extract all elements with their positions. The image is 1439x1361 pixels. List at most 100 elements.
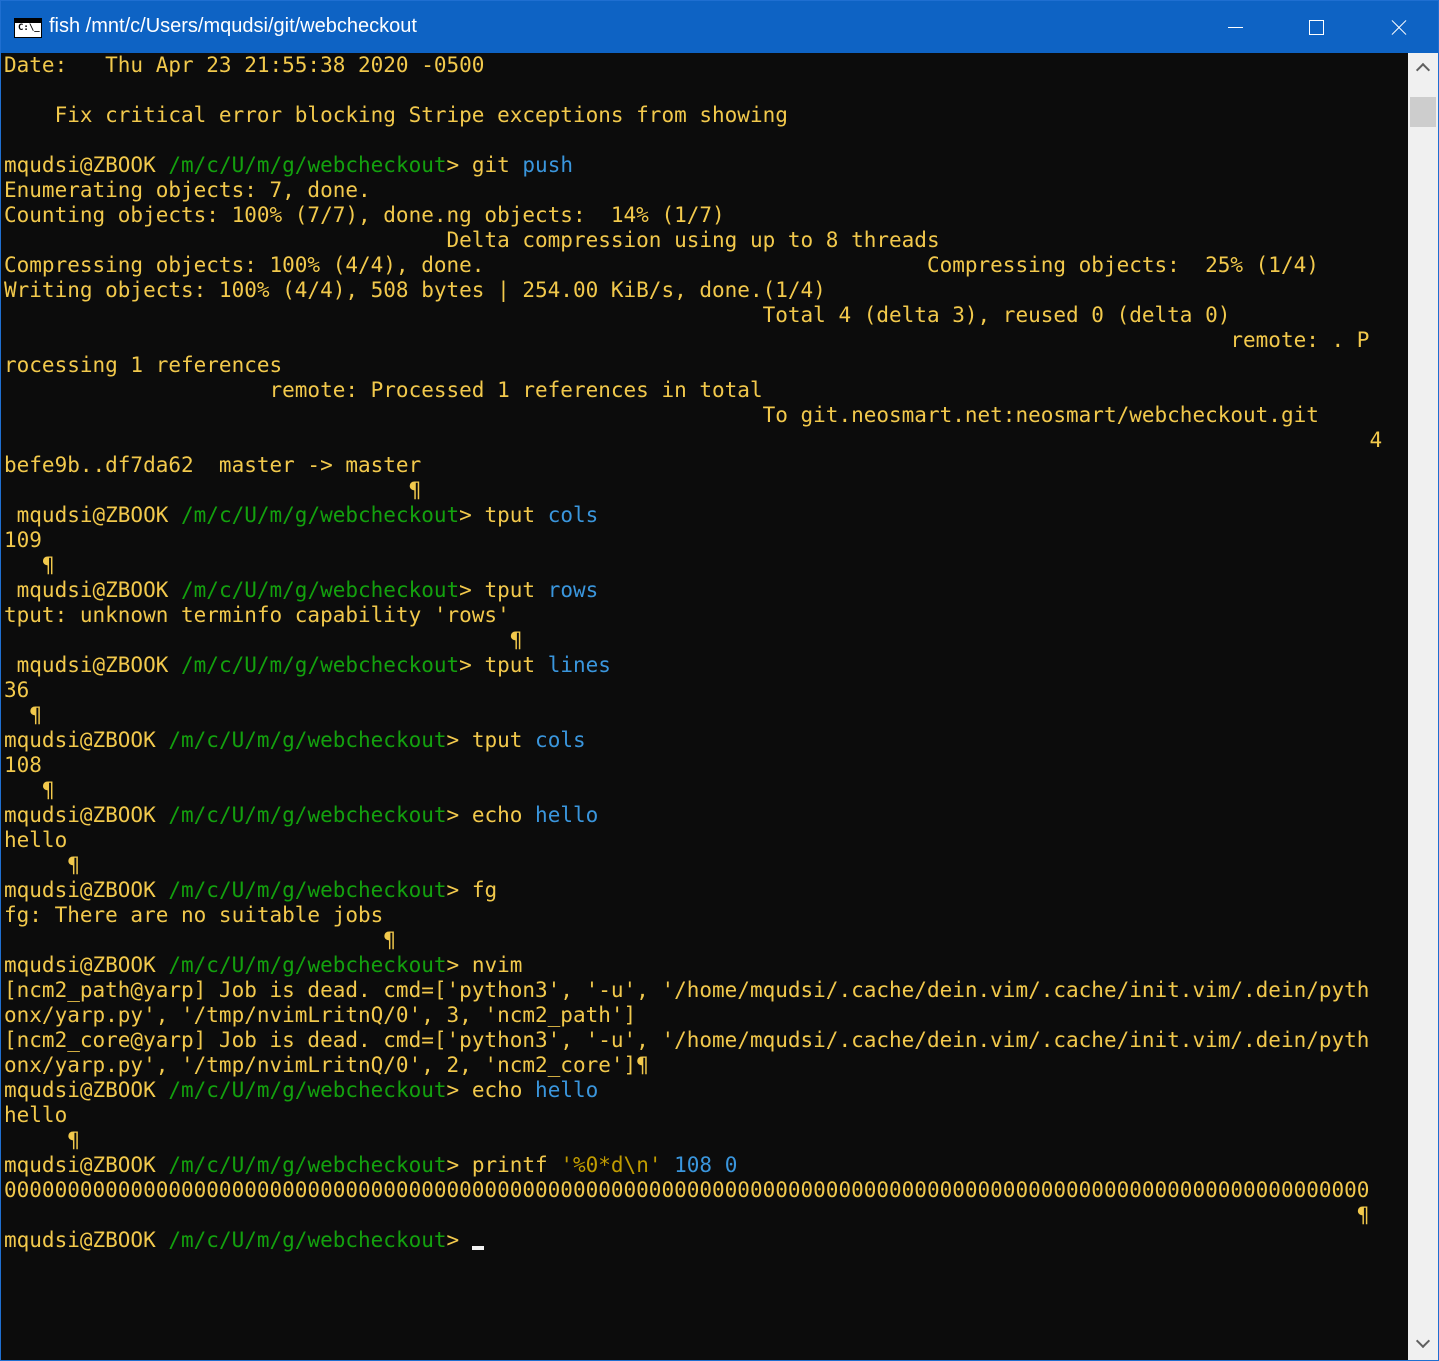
terminal-text-user: > — [446, 953, 472, 977]
terminal-line: mqudsi@ZBOOK /m/c/U/m/g/webcheckout> git… — [4, 153, 573, 178]
terminal-text-user: > — [446, 153, 472, 177]
terminal-line: rocessing 1 references — [4, 353, 282, 378]
terminal-text-text: onx/yarp.py', '/tmp/nvimLritnQ/0', 3, 'n… — [4, 1003, 637, 1027]
terminal-text-text: ¶ — [4, 1128, 80, 1152]
terminal-line: remote: . P — [4, 328, 1369, 353]
terminal-line: mqudsi@ZBOOK /m/c/U/m/g/webcheckout> — [4, 1228, 484, 1253]
terminal-line: ¶ — [4, 703, 42, 728]
terminal-text-path: /m/c/U/m/g/webcheckout — [168, 953, 447, 977]
terminal-line: Fix critical error blocking Stripe excep… — [4, 103, 788, 128]
terminal-text-text: Enumerating objects: 7, done. — [4, 178, 371, 202]
terminal-text-user: mqudsi@ZBOOK — [4, 578, 182, 602]
terminal-text-text: Fix critical error blocking Stripe excep… — [4, 103, 788, 127]
terminal-text-text: ¶ — [4, 628, 523, 652]
terminal-text-user: > — [446, 728, 472, 752]
terminal-text-str: '%0*d\n' — [560, 1153, 662, 1177]
terminal-text-text: ¶ — [4, 478, 422, 502]
terminal-line: mqudsi@ZBOOK /m/c/U/m/g/webcheckout> tpu… — [4, 728, 586, 753]
terminal-text-text: fg: There are no suitable jobs — [4, 903, 384, 927]
terminal-text-text: remote: Processed 1 references in total — [4, 378, 763, 402]
terminal-text-arg: cols — [547, 503, 599, 527]
terminal-text-arg: lines — [547, 653, 611, 677]
terminal-text-text: befe9b..df7da62 master -> master — [4, 453, 422, 477]
terminal-text-text: hello — [4, 828, 68, 852]
terminal-text-user: > — [446, 1153, 472, 1177]
terminal-text-user: mqudsi@ZBOOK — [4, 1228, 169, 1252]
terminal-text-text: 108 — [4, 753, 42, 777]
terminal-line: Writing objects: 100% (4/4), 508 bytes |… — [4, 278, 826, 303]
terminal-text-user: mqudsi@ZBOOK — [4, 503, 182, 527]
terminal-line: To git.neosmart.net:neosmart/webcheckout… — [4, 403, 1319, 428]
terminal-line: mqudsi@ZBOOK /m/c/U/m/g/webcheckout> tpu… — [4, 653, 611, 678]
terminal-line: Counting objects: 100% (7/7), done.ng ob… — [4, 203, 725, 228]
terminal-text-text: printf — [471, 1153, 561, 1177]
terminal-text-text: Date: Thu Apr 23 21:55:38 2020 -0500 — [4, 53, 485, 77]
terminal-text-arg: hello — [535, 803, 599, 827]
terminal-text-path: /m/c/U/m/g/webcheckout — [181, 653, 460, 677]
terminal-line: hello — [4, 1103, 67, 1128]
terminal-line: mqudsi@ZBOOK /m/c/U/m/g/webcheckout> nvi… — [4, 953, 522, 978]
terminal-window: C:\_ fish /mnt/c/Users/mqudsi/git/webche… — [0, 0, 1439, 1361]
terminal-output[interactable]: Date: Thu Apr 23 21:55:38 2020 -0500 Fix… — [2, 53, 1407, 1358]
minimize-icon[interactable] — [1195, 1, 1275, 53]
terminal-line: onx/yarp.py', '/tmp/nvimLritnQ/0', 2, 'n… — [4, 1053, 649, 1078]
terminal-text-path: /m/c/U/m/g/webcheckout — [168, 1078, 447, 1102]
terminal-text-text: git — [471, 153, 523, 177]
terminal-text-text: remote: . P — [4, 328, 1370, 352]
terminal-text-text: onx/yarp.py', '/tmp/nvimLritnQ/0', 2, 'n… — [4, 1053, 649, 1077]
terminal-text-user: mqudsi@ZBOOK — [4, 1078, 169, 1102]
terminal-text-text: [ncm2_path@yarp] Job is dead. cmd=['pyth… — [4, 978, 1370, 1002]
terminal-text-text: nvim — [471, 953, 523, 977]
terminal-text-user: > — [446, 1078, 472, 1102]
terminal-text-arg: push — [522, 153, 573, 177]
terminal-text-text: ¶ — [4, 703, 42, 727]
terminal-line: mqudsi@ZBOOK /m/c/U/m/g/webcheckout> tpu… — [4, 578, 599, 603]
terminal-line: ¶ — [4, 553, 55, 578]
terminal-text-arg: hello — [535, 1078, 599, 1102]
terminal-text-text: rocessing 1 references — [4, 353, 283, 377]
terminal-line: ¶ — [4, 928, 396, 953]
maximize-icon[interactable] — [1276, 1, 1356, 53]
terminal-text-text: ¶ — [4, 1203, 1370, 1227]
scroll-down-arrow-icon[interactable] — [1408, 1328, 1438, 1360]
terminal-line: ¶ — [4, 1203, 1370, 1228]
console-app-icon[interactable]: C:\_ — [14, 18, 42, 38]
terminal-line: Delta compression using up to 8 threads — [4, 228, 940, 253]
terminal-line: befe9b..df7da62 master -> master — [4, 453, 421, 478]
terminal-text-text: 0000000000000000000000000000000000000000… — [4, 1178, 1370, 1202]
terminal-text-text: 36 — [4, 678, 30, 702]
terminal-text-path: /m/c/U/m/g/webcheckout — [168, 1228, 447, 1252]
terminal-text-text: tput — [484, 503, 548, 527]
scroll-up-arrow-icon[interactable] — [1408, 53, 1438, 85]
terminal-line: Enumerating objects: 7, done. — [4, 178, 371, 203]
terminal-line: ¶ — [4, 853, 80, 878]
terminal-text-user: > — [459, 653, 485, 677]
terminal-text-path: /m/c/U/m/g/webcheckout — [168, 878, 447, 902]
terminal-text-path: /m/c/U/m/g/webcheckout — [181, 578, 460, 602]
terminal-text-user: > — [446, 1228, 472, 1252]
terminal-text-text: tput — [484, 653, 548, 677]
terminal-text-user: mqudsi@ZBOOK — [4, 653, 182, 677]
terminal-line: 109 — [4, 528, 42, 553]
scroll-thumb[interactable] — [1410, 97, 1436, 127]
terminal-line: Compressing objects: 100% (4/4), done. C… — [4, 253, 1319, 278]
terminal-text-text: To git.neosmart.net:neosmart/webcheckout… — [4, 403, 1319, 427]
vertical-scrollbar[interactable] — [1408, 53, 1438, 1360]
terminal-line: onx/yarp.py', '/tmp/nvimLritnQ/0', 3, 'n… — [4, 1003, 636, 1028]
terminal-text-arg: rows — [547, 578, 599, 602]
close-icon[interactable] — [1357, 1, 1437, 53]
terminal-text-user: mqudsi@ZBOOK — [4, 1153, 169, 1177]
terminal-line: 4 — [4, 428, 1382, 453]
text-cursor — [471, 1246, 484, 1250]
terminal-text-user: > — [459, 578, 485, 602]
terminal-text-user: mqudsi@ZBOOK — [4, 878, 169, 902]
terminal-text-text: echo — [471, 1078, 536, 1102]
terminal-text-text: ¶ — [4, 778, 55, 802]
terminal-line: Total 4 (delta 3), reused 0 (delta 0) — [4, 303, 1231, 328]
terminal-text-text: ¶ — [4, 853, 80, 877]
window-title: fish /mnt/c/Users/mqudsi/git/webcheckout — [49, 15, 417, 37]
terminal-text-text: Delta compression using up to 8 threads — [4, 228, 940, 252]
terminal-line: ¶ — [4, 478, 422, 503]
title-bar[interactable]: C:\_ fish /mnt/c/Users/mqudsi/git/webche… — [1, 1, 1438, 53]
terminal-line: mqudsi@ZBOOK /m/c/U/m/g/webcheckout> pri… — [4, 1153, 737, 1178]
